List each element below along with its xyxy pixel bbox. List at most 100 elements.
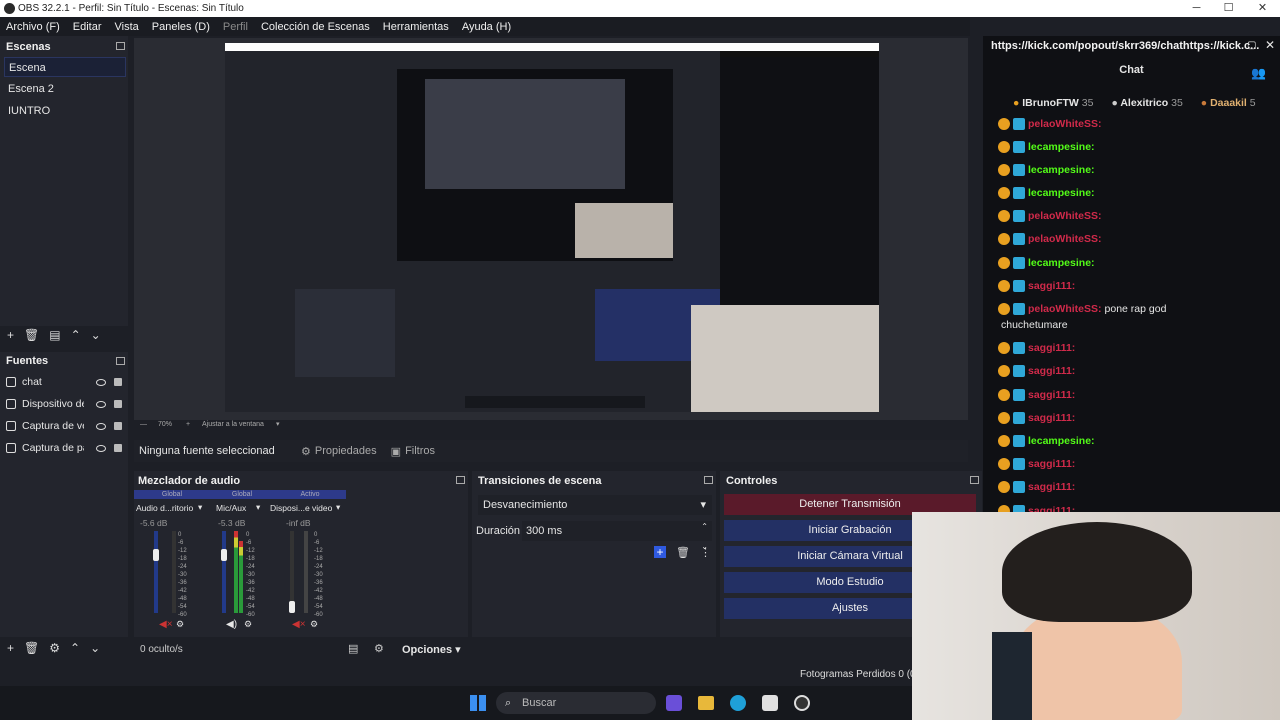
chat-username[interactable]: pelaoWhiteSS: <box>1028 233 1102 245</box>
move-down-icon[interactable]: ⌄ <box>91 328 101 342</box>
obs-taskbar-icon[interactable] <box>794 695 810 711</box>
chat-username[interactable]: saggi111: <box>1028 280 1075 292</box>
source-item[interactable]: Dispositivo de <box>6 395 126 413</box>
scene-item[interactable]: Escena 2 <box>4 79 126 99</box>
mute-icon[interactable]: ◀× <box>159 619 173 630</box>
scene-item[interactable]: IUNTRO <box>4 101 126 121</box>
chat-username[interactable]: pelaoWhiteSS: <box>1028 303 1102 315</box>
volume-slider-track[interactable] <box>222 531 226 613</box>
chat-username[interactable]: lecampesine: <box>1028 257 1095 269</box>
chat-message: saggi111: <box>998 342 1078 354</box>
file-explorer-icon[interactable] <box>698 696 714 710</box>
lock-icon[interactable] <box>114 422 122 430</box>
chat-username[interactable]: saggi111: <box>1028 481 1075 493</box>
channel-menu-icon[interactable]: ▾ <box>198 502 202 513</box>
store-icon[interactable] <box>762 695 778 711</box>
chat-username[interactable]: lecampesine: <box>1028 141 1095 153</box>
mute-icon[interactable]: ◀× <box>292 619 306 630</box>
chat-message: saggi111: <box>998 412 1078 424</box>
menu-file[interactable]: Archivo (F) <box>6 21 60 33</box>
taskbar-search[interactable]: ⌕ Buscar <box>496 692 656 714</box>
source-item[interactable]: chat <box>6 373 126 391</box>
transition-select[interactable]: Desvanecimiento ▾ <box>478 495 712 515</box>
db-scale: 0 -6 -12 -18 -24 -30 -36 -42 -48 -54 -60 <box>178 532 187 618</box>
volume-slider-handle[interactable] <box>221 549 227 561</box>
visibility-eye-icon[interactable] <box>96 400 106 408</box>
filter-scene-icon[interactable]: ▤ <box>49 328 60 342</box>
menu-profile[interactable]: Perfil <box>223 21 248 33</box>
remove-transition-icon[interactable]: 🗑 <box>676 546 690 559</box>
lock-icon[interactable] <box>114 378 122 386</box>
menu-help[interactable]: Ayuda (H) <box>462 21 511 33</box>
edge-browser-icon[interactable] <box>730 695 746 711</box>
chat-username[interactable]: saggi111: <box>1028 389 1075 401</box>
chat-username[interactable]: pelaoWhiteSS: <box>1028 210 1102 222</box>
zoom-level[interactable]: 70% <box>158 421 172 428</box>
settings-gear-icon[interactable]: ⚙ <box>244 619 252 630</box>
properties-button[interactable]: Propiedades <box>315 445 377 457</box>
options-button[interactable]: Opciones ▾ <box>402 643 461 656</box>
lock-icon[interactable] <box>114 400 122 408</box>
channel-menu-icon[interactable]: ▾ <box>336 502 340 513</box>
scene-item[interactable]: Escena <box>4 57 126 77</box>
chat-username[interactable]: lecampesine: <box>1028 187 1095 199</box>
source-item[interactable]: Captura de pa <box>6 439 126 457</box>
menu-edit[interactable]: Editar <box>73 21 102 33</box>
undock-icon[interactable] <box>704 476 713 484</box>
chat-username[interactable]: saggi111: <box>1028 342 1075 354</box>
preview-canvas[interactable] <box>225 43 879 412</box>
move-up-icon[interactable]: ⌃ <box>70 641 80 655</box>
remove-scene-icon[interactable]: 🗑 <box>24 328 39 342</box>
move-up-icon[interactable]: ⌃ <box>71 328 81 342</box>
windows-start-icon[interactable] <box>470 695 486 711</box>
add-scene-icon[interactable]: + <box>7 328 14 342</box>
menu-tools[interactable]: Herramientas <box>383 21 449 33</box>
chat-username[interactable]: saggi111: <box>1028 458 1075 470</box>
menu-docks[interactable]: Paneles (D) <box>152 21 210 33</box>
settings-gear-icon[interactable]: ⚙ <box>176 619 184 630</box>
duration-input[interactable]: 300 ms ⌃ ⌄ <box>522 521 712 551</box>
lock-icon[interactable] <box>114 444 122 452</box>
volume-slider-track[interactable] <box>154 531 158 613</box>
volume-slider-handle[interactable] <box>289 601 295 613</box>
users-icon[interactable]: 👥 <box>1251 66 1266 80</box>
add-transition-button[interactable]: + <box>654 546 666 558</box>
fit-dropdown-icon[interactable]: ▾ <box>276 420 280 428</box>
add-source-icon[interactable]: + <box>7 641 14 655</box>
visibility-eye-icon[interactable] <box>96 444 106 452</box>
chat-username[interactable]: saggi111: <box>1028 412 1075 424</box>
settings-gear-icon[interactable]: ⚙ <box>310 619 318 630</box>
undock-icon[interactable] <box>116 42 125 50</box>
maximize-button[interactable]: ☐ <box>1212 0 1245 17</box>
visibility-eye-icon[interactable] <box>96 422 106 430</box>
more-options-icon[interactable]: ⋮ <box>700 546 711 559</box>
minimize-button[interactable]: ─ <box>1180 0 1213 17</box>
close-icon[interactable]: ✕ <box>1265 38 1275 52</box>
copilot-icon[interactable] <box>666 695 682 711</box>
speaker-icon[interactable]: ◀) <box>226 619 237 630</box>
chat-username[interactable]: saggi111: <box>1028 365 1075 377</box>
sources-dock: Fuentes chat Dispositivo de Captura de v… <box>0 352 128 637</box>
source-settings-icon[interactable]: ⚙ <box>49 641 60 655</box>
undock-icon[interactable] <box>456 476 465 484</box>
dock-float-icon[interactable]: ▢ <box>1247 40 1256 51</box>
close-button[interactable]: ✕ <box>1246 0 1279 17</box>
undock-icon[interactable] <box>970 476 979 484</box>
fit-label[interactable]: Ajustar a la ventana <box>202 421 264 428</box>
undock-icon[interactable] <box>116 357 125 365</box>
volume-slider-handle[interactable] <box>153 549 159 561</box>
chat-username[interactable]: lecampesine: <box>1028 164 1095 176</box>
menu-scene-collection[interactable]: Colección de Escenas <box>261 21 370 33</box>
filters-button[interactable]: Filtros <box>405 445 435 457</box>
list-layout-icon[interactable]: ▤ <box>348 642 358 655</box>
advanced-audio-icon[interactable]: ⚙ <box>374 642 384 655</box>
source-item[interactable]: Captura de ve <box>6 417 126 435</box>
channel-menu-icon[interactable]: ▾ <box>256 502 260 513</box>
chat-username[interactable]: lecampesine: <box>1028 435 1095 447</box>
move-down-icon[interactable]: ⌄ <box>90 641 100 655</box>
remove-source-icon[interactable]: 🗑 <box>24 641 39 655</box>
zoom-in-icon[interactable]: + <box>186 421 190 428</box>
chat-username[interactable]: pelaoWhiteSS: <box>1028 118 1102 130</box>
menu-view[interactable]: Vista <box>115 21 139 33</box>
visibility-eye-icon[interactable] <box>96 378 106 386</box>
